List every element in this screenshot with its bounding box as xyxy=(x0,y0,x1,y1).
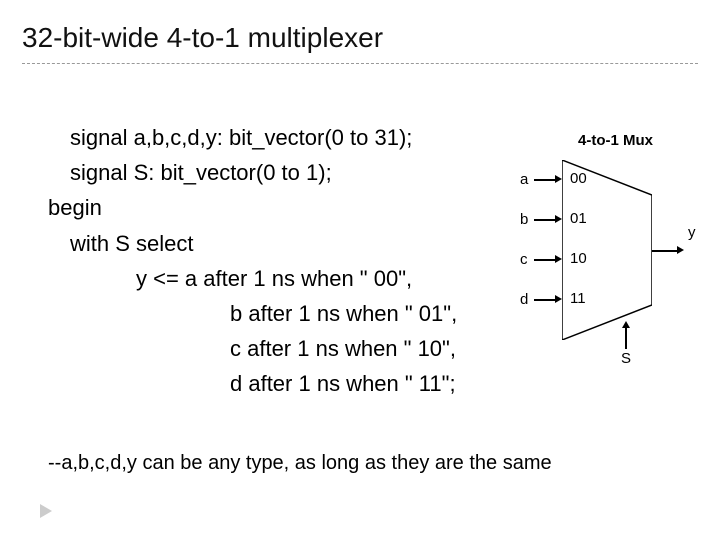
slide-corner-icon xyxy=(40,504,52,518)
mux-input-d: d xyxy=(520,291,528,308)
code-line: d after 1 ns when " 11"; xyxy=(48,366,518,401)
code-line: signal S: bit_vector(0 to 1); xyxy=(48,155,518,190)
arrow-line xyxy=(652,250,678,252)
slide-title: 32-bit-wide 4-to-1 multiplexer xyxy=(22,22,383,54)
code-line: signal a,b,c,d,y: bit_vector(0 to 31); xyxy=(48,120,518,155)
mux-input-a: a xyxy=(520,171,528,188)
code-line: with S select xyxy=(48,226,518,261)
mux-sel-10: 10 xyxy=(570,250,587,267)
mux-diagram: 4-to-1 Mux a 00 b 01 c 10 d 11 y S xyxy=(520,132,710,392)
mux-input-c: c xyxy=(520,251,528,268)
arrow-line xyxy=(534,259,556,261)
code-line: begin xyxy=(48,195,102,220)
arrow-line xyxy=(534,179,556,181)
code-line: b after 1 ns when " 01", xyxy=(48,296,518,331)
footnote: --a,b,c,d,y can be any type, as long as … xyxy=(48,452,552,475)
mux-sel-01: 01 xyxy=(570,210,587,227)
arrow-line xyxy=(534,299,556,301)
mux-sel-00: 00 xyxy=(570,170,587,187)
arrow-head-icon xyxy=(555,295,562,303)
code-line: c after 1 ns when " 10", xyxy=(48,331,518,366)
arrow-head-icon xyxy=(622,321,630,328)
mux-title: 4-to-1 Mux xyxy=(578,132,653,149)
arrow-head-icon xyxy=(555,215,562,223)
arrow-head-icon xyxy=(555,255,562,263)
mux-sel-11: 11 xyxy=(570,290,586,307)
mux-output-y: y xyxy=(688,224,696,241)
arrow-line xyxy=(625,327,627,349)
mux-select-s: S xyxy=(621,350,631,367)
arrow-line xyxy=(534,219,556,221)
title-divider xyxy=(22,63,698,64)
mux-input-b: b xyxy=(520,211,528,228)
arrow-head-icon xyxy=(555,175,562,183)
code-block: signal a,b,c,d,y: bit_vector(0 to 31); s… xyxy=(48,120,518,402)
arrow-head-icon xyxy=(677,246,684,254)
code-line: y <= a after 1 ns when " 00", xyxy=(48,261,518,296)
